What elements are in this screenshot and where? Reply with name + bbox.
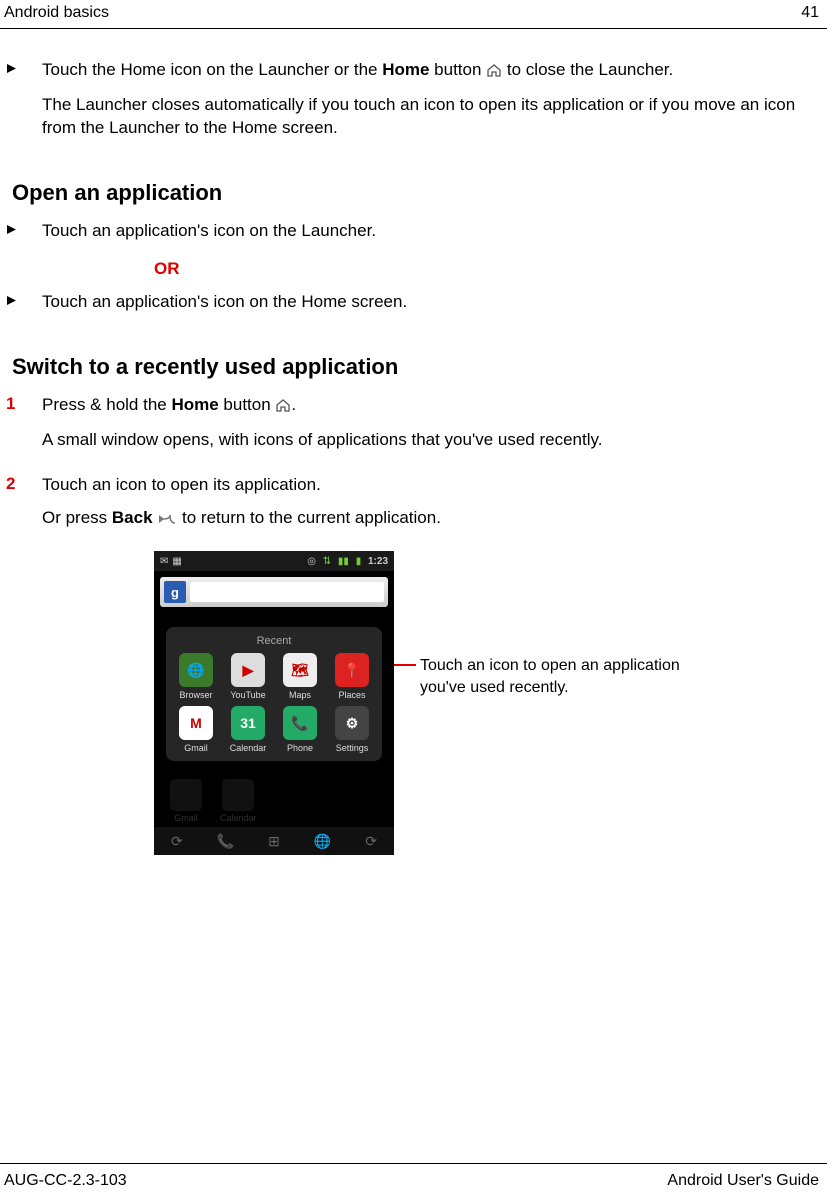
app-label: YouTube [230, 690, 265, 700]
app-icon: 🗺 [283, 653, 317, 687]
recent-app-maps[interactable]: 🗺 Maps [274, 653, 326, 700]
app-label: Calendar [230, 743, 267, 753]
target-icon: ◎ [307, 556, 316, 567]
page-footer: AUG-CC-2.3-103 Android User's Guide [0, 1163, 827, 1190]
status-bar: ✉ ▦ ◎ ⇅ ▮▮ ▮ 1:23 [154, 551, 394, 571]
bullet-text: Touch an application's icon on the Launc… [42, 220, 799, 243]
screenshot-figure: ✉▦ ◎ ⇅ ▮▮ ▮ 1:23 g Recent 🌐Browser▶YouTu [154, 551, 799, 855]
bullet-text: Touch the Home icon on the Launcher or t… [42, 59, 799, 150]
triangle-bullet-icon [6, 291, 42, 324]
recent-app-browser[interactable]: 🌐 Browser [170, 653, 222, 700]
back-icon [157, 509, 177, 532]
phone-mock: ✉▦ ◎ ⇅ ▮▮ ▮ 1:23 g Recent 🌐Browser▶YouTu [154, 551, 394, 855]
triangle-bullet-icon [6, 59, 42, 150]
app-icon: ⚙ [335, 706, 369, 740]
nav-phone-icon[interactable]: 📞 [217, 833, 234, 850]
footer-guide-name: Android User's Guide [667, 1172, 819, 1190]
header-title: Android basics [4, 4, 109, 22]
nav-apps-icon[interactable]: ⊞ [268, 833, 280, 850]
nav-browser-icon[interactable]: 🌐 [314, 833, 331, 850]
or-separator: OR [154, 259, 799, 279]
sd-icon: ▦ [172, 556, 181, 567]
step-number: 1 [6, 394, 42, 462]
step-text: Press & hold the Home button . A small w… [42, 394, 799, 462]
bullet-item: Touch an application's icon on the Launc… [6, 220, 799, 253]
step-number: 2 [6, 474, 42, 542]
home-icon [275, 396, 291, 419]
recent-app-settings[interactable]: ⚙ Settings [326, 706, 378, 753]
app-label: Gmail [184, 743, 208, 753]
numbered-item: 1 Press & hold the Home button . A small… [6, 394, 799, 462]
dimmed-app: Calendar [220, 779, 257, 823]
app-label: Maps [289, 690, 311, 700]
dimmed-app: Gmail [170, 779, 202, 823]
section-heading-open-app: Open an application [12, 180, 799, 206]
nav-spacer: ⟳ [171, 833, 183, 850]
step-text: Touch an icon to open its application. O… [42, 474, 799, 542]
clock: 1:23 [368, 556, 388, 567]
page-content: Touch the Home icon on the Launcher or t… [0, 29, 827, 855]
bullet-text: Touch an application's icon on the Home … [42, 291, 799, 314]
recent-app-phone[interactable]: 📞 Phone [274, 706, 326, 753]
callout-leader-line [394, 664, 416, 666]
page-header: Android basics 41 [0, 0, 827, 29]
bullet-item: Touch the Home icon on the Launcher or t… [6, 59, 799, 150]
app-icon: 🌐 [179, 653, 213, 687]
search-bar[interactable]: g [160, 577, 388, 607]
app-icon: 📞 [283, 706, 317, 740]
recent-app-calendar[interactable]: 31 Calendar [222, 706, 274, 753]
home-icon [486, 61, 502, 84]
recent-app-places[interactable]: 📍 Places [326, 653, 378, 700]
footer-doc-id: AUG-CC-2.3-103 [4, 1172, 127, 1190]
mail-icon: ✉ [160, 556, 168, 567]
app-icon: ▶ [231, 653, 265, 687]
recent-app-gmail[interactable]: M Gmail [170, 706, 222, 753]
app-label: Places [338, 690, 365, 700]
signal-icon: ▮▮ [338, 556, 349, 567]
nav-spacer: ⟳ [365, 833, 377, 850]
recent-app-youtube[interactable]: ▶ YouTube [222, 653, 274, 700]
search-input[interactable] [190, 582, 384, 602]
google-icon: g [164, 581, 186, 603]
recent-title: Recent [170, 633, 378, 653]
app-icon: 31 [231, 706, 265, 740]
app-label: Phone [287, 743, 313, 753]
figure-callout: Touch an icon to open an application you… [394, 655, 710, 855]
callout-text: Touch an icon to open an application you… [420, 655, 710, 698]
app-icon: 📍 [335, 653, 369, 687]
data-icon: ⇅ [323, 556, 331, 567]
recent-apps-panel: Recent 🌐 Browser ▶ YouTube 🗺 Maps 📍 Places M Gmai… [166, 627, 382, 761]
app-label: Settings [336, 743, 369, 753]
triangle-bullet-icon [6, 220, 42, 253]
section-heading-switch-app: Switch to a recently used application [12, 354, 799, 380]
bullet-item: Touch an application's icon on the Home … [6, 291, 799, 324]
app-icon: M [179, 706, 213, 740]
numbered-item: 2 Touch an icon to open its application.… [6, 474, 799, 542]
app-label: Browser [179, 690, 212, 700]
nav-bar: ⟳ 📞 ⊞ 🌐 ⟳ [154, 827, 394, 855]
page-number: 41 [801, 4, 819, 22]
battery-icon: ▮ [356, 556, 362, 567]
